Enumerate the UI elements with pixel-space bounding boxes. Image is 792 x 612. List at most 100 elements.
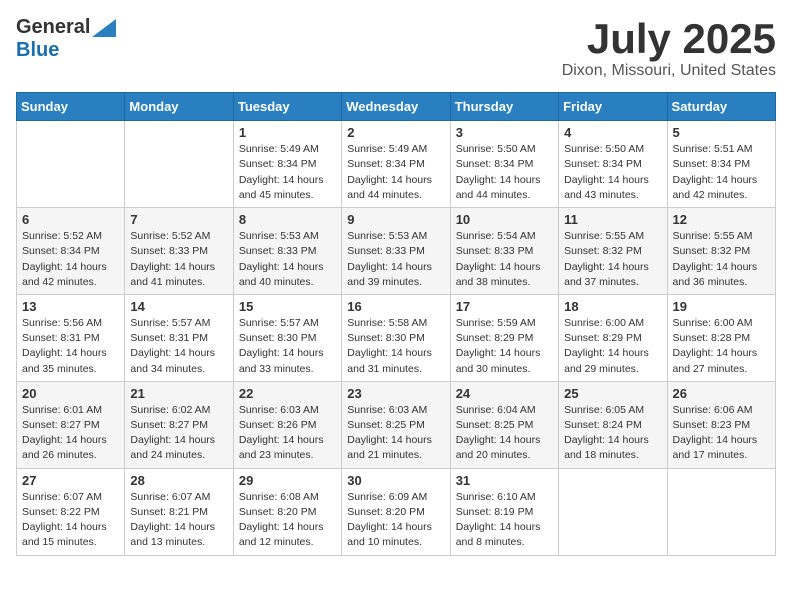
daylight-text: Daylight: 14 hours and 13 minutes. [130, 520, 227, 550]
calendar-cell: 31 Sunrise: 6:10 AMSunset: 8:19 PMDayligh… [450, 468, 558, 555]
sunrise-text: Sunrise: 5:50 AM [564, 142, 661, 157]
calendar-cell: 29 Sunrise: 6:08 AMSunset: 8:20 PMDayligh… [233, 468, 341, 555]
sunset-text: Sunset: 8:34 PM [22, 244, 119, 259]
sunrise-text: Sunrise: 5:50 AM [456, 142, 553, 157]
sunrise-text: Sunrise: 6:09 AM [347, 490, 444, 505]
sunset-text: Sunset: 8:33 PM [456, 244, 553, 259]
weekday-header-row: SundayMondayTuesdayWednesdayThursdayFrid… [17, 93, 776, 121]
sunrise-text: Sunrise: 5:52 AM [130, 229, 227, 244]
cell-content: Sunrise: 6:03 AMSunset: 8:26 PMDaylight:… [239, 403, 336, 464]
sunset-text: Sunset: 8:33 PM [347, 244, 444, 259]
day-number: 22 [239, 386, 336, 401]
sunset-text: Sunset: 8:30 PM [239, 331, 336, 346]
sunset-text: Sunset: 8:33 PM [130, 244, 227, 259]
cell-content: Sunrise: 6:10 AMSunset: 8:19 PMDaylight:… [456, 490, 553, 551]
daylight-text: Daylight: 14 hours and 38 minutes. [456, 260, 553, 290]
cell-content: Sunrise: 6:00 AMSunset: 8:28 PMDaylight:… [673, 316, 770, 377]
calendar-cell [17, 121, 125, 208]
day-number: 25 [564, 386, 661, 401]
day-number: 5 [673, 125, 770, 140]
daylight-text: Daylight: 14 hours and 12 minutes. [239, 520, 336, 550]
logo-general-text: General [16, 16, 90, 39]
weekday-header-saturday: Saturday [667, 93, 775, 121]
sunset-text: Sunset: 8:33 PM [239, 244, 336, 259]
cell-content: Sunrise: 5:51 AMSunset: 8:34 PMDaylight:… [673, 142, 770, 203]
sunrise-text: Sunrise: 6:03 AM [239, 403, 336, 418]
day-number: 24 [456, 386, 553, 401]
cell-content: Sunrise: 5:57 AMSunset: 8:31 PMDaylight:… [130, 316, 227, 377]
day-number: 29 [239, 473, 336, 488]
sunset-text: Sunset: 8:28 PM [673, 331, 770, 346]
day-number: 30 [347, 473, 444, 488]
calendar-cell: 16Sunrise: 5:58 AMSunset: 8:30 PMDayligh… [342, 294, 450, 381]
calendar-cell: 25Sunrise: 6:05 AMSunset: 8:24 PMDayligh… [559, 381, 667, 468]
calendar-table: SundayMondayTuesdayWednesdayThursdayFrid… [16, 92, 776, 555]
sunset-text: Sunset: 8:34 PM [673, 157, 770, 172]
calendar-cell: 5 Sunrise: 5:51 AMSunset: 8:34 PMDaylight… [667, 121, 775, 208]
sunrise-text: Sunrise: 6:00 AM [564, 316, 661, 331]
logo-blue-text: Blue [16, 39, 59, 62]
day-number: 23 [347, 386, 444, 401]
weekday-header-monday: Monday [125, 93, 233, 121]
daylight-text: Daylight: 14 hours and 20 minutes. [456, 433, 553, 463]
sunset-text: Sunset: 8:29 PM [456, 331, 553, 346]
cell-content: Sunrise: 6:07 AMSunset: 8:22 PMDaylight:… [22, 490, 119, 551]
calendar-cell: 24 Sunrise: 6:04 AMSunset: 8:25 PMDayligh… [450, 381, 558, 468]
sunset-text: Sunset: 8:23 PM [673, 418, 770, 433]
calendar-cell [125, 121, 233, 208]
sunrise-text: Sunrise: 5:49 AM [239, 142, 336, 157]
daylight-text: Daylight: 14 hours and 39 minutes. [347, 260, 444, 290]
sunset-text: Sunset: 8:25 PM [456, 418, 553, 433]
sunset-text: Sunset: 8:34 PM [347, 157, 444, 172]
calendar-week-row: 27Sunrise: 6:07 AMSunset: 8:22 PMDayligh… [17, 468, 776, 555]
sunrise-text: Sunrise: 5:52 AM [22, 229, 119, 244]
calendar-cell [559, 468, 667, 555]
day-number: 13 [22, 299, 119, 314]
sunrise-text: Sunrise: 6:00 AM [673, 316, 770, 331]
sunset-text: Sunset: 8:29 PM [564, 331, 661, 346]
sunset-text: Sunset: 8:21 PM [130, 505, 227, 520]
cell-content: Sunrise: 5:50 AMSunset: 8:34 PMDaylight:… [456, 142, 553, 203]
calendar-cell: 28Sunrise: 6:07 AMSunset: 8:21 PMDayligh… [125, 468, 233, 555]
cell-content: Sunrise: 6:08 AMSunset: 8:20 PMDaylight:… [239, 490, 336, 551]
daylight-text: Daylight: 14 hours and 31 minutes. [347, 346, 444, 376]
sunrise-text: Sunrise: 6:04 AM [456, 403, 553, 418]
day-number: 6 [22, 212, 119, 227]
sunrise-text: Sunrise: 5:54 AM [456, 229, 553, 244]
sunset-text: Sunset: 8:25 PM [347, 418, 444, 433]
day-number: 4 [564, 125, 661, 140]
sunset-text: Sunset: 8:26 PM [239, 418, 336, 433]
day-number: 9 [347, 212, 444, 227]
daylight-text: Daylight: 14 hours and 37 minutes. [564, 260, 661, 290]
daylight-text: Daylight: 14 hours and 41 minutes. [130, 260, 227, 290]
day-number: 1 [239, 125, 336, 140]
day-number: 7 [130, 212, 227, 227]
cell-content: Sunrise: 5:56 AMSunset: 8:31 PMDaylight:… [22, 316, 119, 377]
sunrise-text: Sunrise: 6:07 AM [22, 490, 119, 505]
day-number: 20 [22, 386, 119, 401]
cell-content: Sunrise: 5:53 AMSunset: 8:33 PMDaylight:… [239, 229, 336, 290]
logo-icon [92, 19, 116, 37]
day-number: 26 [673, 386, 770, 401]
day-number: 12 [673, 212, 770, 227]
sunset-text: Sunset: 8:34 PM [239, 157, 336, 172]
calendar-cell: 23 Sunrise: 6:03 AMSunset: 8:25 PMDayligh… [342, 381, 450, 468]
cell-content: Sunrise: 6:03 AMSunset: 8:25 PMDaylight:… [347, 403, 444, 464]
weekday-header-friday: Friday [559, 93, 667, 121]
sunrise-text: Sunrise: 5:59 AM [456, 316, 553, 331]
cell-content: Sunrise: 6:09 AMSunset: 8:20 PMDaylight:… [347, 490, 444, 551]
sunset-text: Sunset: 8:32 PM [673, 244, 770, 259]
sunrise-text: Sunrise: 6:02 AM [130, 403, 227, 418]
sunset-text: Sunset: 8:20 PM [347, 505, 444, 520]
calendar-cell: 20Sunrise: 6:01 AMSunset: 8:27 PMDayligh… [17, 381, 125, 468]
calendar-cell: 2Sunrise: 5:49 AMSunset: 8:34 PMDaylight… [342, 121, 450, 208]
calendar-cell: 11Sunrise: 5:55 AMSunset: 8:32 PMDayligh… [559, 208, 667, 295]
day-number: 31 [456, 473, 553, 488]
sunset-text: Sunset: 8:30 PM [347, 331, 444, 346]
logo: General Blue [16, 16, 116, 62]
daylight-text: Daylight: 14 hours and 30 minutes. [456, 346, 553, 376]
cell-content: Sunrise: 5:50 AMSunset: 8:34 PMDaylight:… [564, 142, 661, 203]
daylight-text: Daylight: 14 hours and 21 minutes. [347, 433, 444, 463]
calendar-cell: 15Sunrise: 5:57 AMSunset: 8:30 PMDayligh… [233, 294, 341, 381]
daylight-text: Daylight: 14 hours and 23 minutes. [239, 433, 336, 463]
